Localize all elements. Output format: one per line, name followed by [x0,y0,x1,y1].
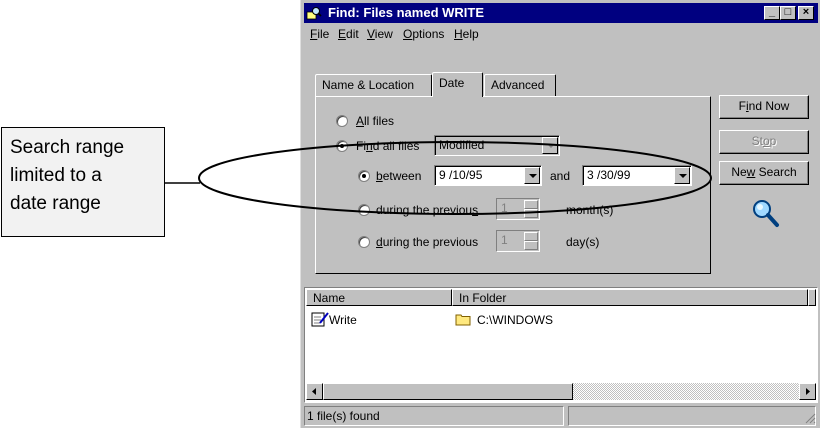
find-all-files-radio[interactable] [336,140,348,152]
result-folder: C:\WINDOWS [477,313,553,327]
days-unit-label: day(s) [566,235,600,249]
scroll-thumb[interactable] [323,383,573,400]
callout-line-2: limited to a [10,165,102,186]
close-icon: × [802,6,810,18]
resize-grip-icon[interactable] [804,412,816,424]
between-label[interactable]: between [376,169,421,183]
results-list[interactable]: Name In Folder Write C:\WINDOWS [304,287,818,403]
days-value: 1 [501,233,508,247]
months-spinner[interactable]: 1 [496,198,540,220]
end-date-value: 3 /30/99 [587,168,631,182]
status-pane-empty [568,406,816,426]
chevron-down-icon[interactable] [524,167,540,184]
maximize-icon: □ [784,6,792,18]
close-button[interactable]: × [798,6,814,20]
maximize-button[interactable]: □ [780,6,796,20]
spin-down-icon[interactable] [524,209,538,218]
menu-file[interactable]: File [310,27,329,41]
previous-months-label[interactable]: during the previous [376,203,478,217]
minimize-button[interactable]: _ [764,6,780,20]
status-text: 1 file(s) found [304,406,564,426]
chevron-down-icon[interactable] [674,167,690,184]
tab-date[interactable]: Date [432,72,483,97]
horizontal-scrollbar[interactable] [306,383,816,400]
all-files-radio[interactable] [336,115,348,127]
menu-options[interactable]: Options [403,27,444,41]
menu-help[interactable]: Help [454,27,479,41]
date-tab-panel: All files Find all files Modified betwee… [315,96,711,274]
menu-bar: File Edit View Options Help [304,24,818,44]
previous-days-label[interactable]: during the previous [376,235,478,249]
menu-view[interactable]: View [367,27,393,41]
tab-advanced[interactable]: Advanced [484,74,556,96]
date-type-select[interactable]: Modified [434,135,560,156]
write-document-icon [311,312,329,327]
months-value: 1 [501,201,508,215]
folder-icon [455,314,471,326]
tab-name-location[interactable]: Name & Location [315,74,432,96]
magnifier-icon [753,200,779,227]
menu-edit[interactable]: Edit [338,27,359,41]
all-files-label[interactable]: All files [356,114,394,128]
previous-days-radio[interactable] [358,236,370,248]
callout-line-1: Search range [10,137,125,158]
annotation-callout: Search range limited to a date range [1,127,165,237]
find-window: Find: Files named WRITE _ □ × File Edit … [300,0,820,428]
result-name: Write [329,313,357,327]
date-type-value: Modified [439,138,485,152]
minimize-icon: _ [768,6,776,18]
start-date-field[interactable]: 9 /10/95 [434,165,542,186]
stop-button[interactable]: Stop [719,130,809,154]
scroll-left-icon[interactable] [306,383,323,400]
status-bar: 1 file(s) found [304,406,818,426]
new-search-button[interactable]: New Search [719,161,809,185]
find-all-files-label[interactable]: Find all files [356,139,419,153]
callout-line-3: date range [10,193,101,214]
column-header-name[interactable]: Name [306,289,452,306]
window-title: Find: Files named WRITE [328,5,485,20]
chevron-down-icon[interactable] [542,137,558,154]
spin-up-icon[interactable] [524,232,538,241]
column-header-folder[interactable]: In Folder [452,289,808,306]
end-date-field[interactable]: 3 /30/99 [582,165,692,186]
find-now-button[interactable]: Find Now [719,95,809,119]
between-radio[interactable] [358,170,370,182]
scroll-right-icon[interactable] [799,383,816,400]
spin-up-icon[interactable] [524,200,538,209]
and-label: and [550,169,571,183]
find-icon [306,7,322,20]
days-spinner[interactable]: 1 [496,230,540,252]
start-date-value: 9 /10/95 [439,168,483,182]
title-bar[interactable]: Find: Files named WRITE _ □ × [304,3,818,23]
spin-down-icon[interactable] [524,241,538,250]
column-header-spacer [808,289,816,306]
months-unit-label: month(s) [566,203,614,217]
previous-months-radio[interactable] [358,204,370,216]
